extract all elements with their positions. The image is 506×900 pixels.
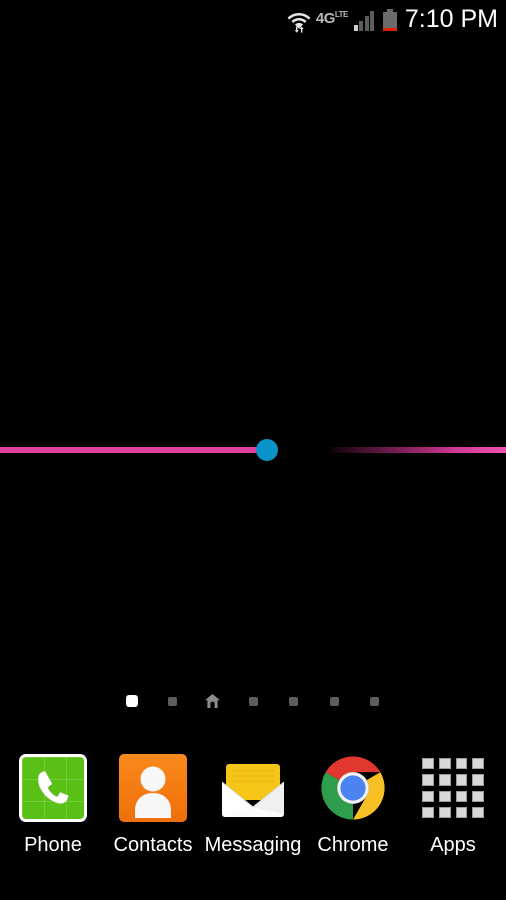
dock-item-chrome[interactable]: Chrome — [306, 752, 400, 855]
dock-label-phone: Phone — [24, 834, 82, 856]
page-dot-1[interactable] — [111, 690, 152, 712]
page-dot-7[interactable] — [354, 690, 395, 712]
brightness-slider-widget[interactable] — [0, 438, 506, 464]
wifi-icon — [286, 7, 312, 33]
page-dot-4[interactable] — [233, 690, 274, 712]
signal-bars-icon — [353, 9, 376, 31]
phone-icon-container[interactable] — [17, 752, 89, 824]
dock-label-contacts: Contacts — [113, 834, 193, 856]
slider-thumb[interactable] — [256, 439, 278, 461]
chrome-logo-icon — [321, 756, 385, 820]
slider-track-remaining[interactable] — [330, 447, 506, 453]
page-dot-2[interactable] — [152, 690, 193, 712]
phone-handset-icon — [19, 754, 87, 822]
dock-item-phone[interactable]: Phone — [6, 752, 100, 855]
dock: Phone Contacts Messaging Chrome Apps — [0, 752, 506, 877]
slider-track-filled[interactable] — [0, 447, 268, 453]
apps-icon-container[interactable] — [417, 752, 489, 824]
chrome-icon-container[interactable] — [317, 752, 389, 824]
dock-item-contacts[interactable]: Contacts — [106, 752, 200, 855]
contacts-icon-container[interactable] — [117, 752, 189, 824]
status-clock: 7:10 PM — [404, 4, 498, 33]
page-dot-home[interactable] — [192, 690, 233, 712]
dock-item-messaging[interactable]: Messaging — [204, 752, 302, 856]
envelope-icon — [221, 764, 285, 817]
status-bar[interactable]: 4GLTE 7:10 PM — [0, 0, 506, 40]
page-dot-5[interactable] — [273, 690, 314, 712]
home-screen: 4GLTE 7:10 PM Phone Contacts Messaging C… — [0, 0, 506, 900]
dock-label-chrome: Chrome — [317, 834, 389, 856]
apps-grid-icon — [419, 754, 487, 822]
page-indicator-row — [0, 690, 506, 712]
dock-label-apps: Apps — [430, 834, 476, 856]
dock-item-apps[interactable]: Apps — [406, 752, 500, 855]
battery-icon — [382, 9, 397, 31]
network-type-label: 4GLTE — [315, 10, 349, 27]
messaging-icon-container[interactable] — [217, 752, 289, 824]
person-silhouette-icon — [119, 754, 187, 822]
dock-label-messaging: Messaging — [204, 834, 302, 856]
home-icon — [205, 694, 220, 708]
page-dot-6[interactable] — [314, 690, 355, 712]
